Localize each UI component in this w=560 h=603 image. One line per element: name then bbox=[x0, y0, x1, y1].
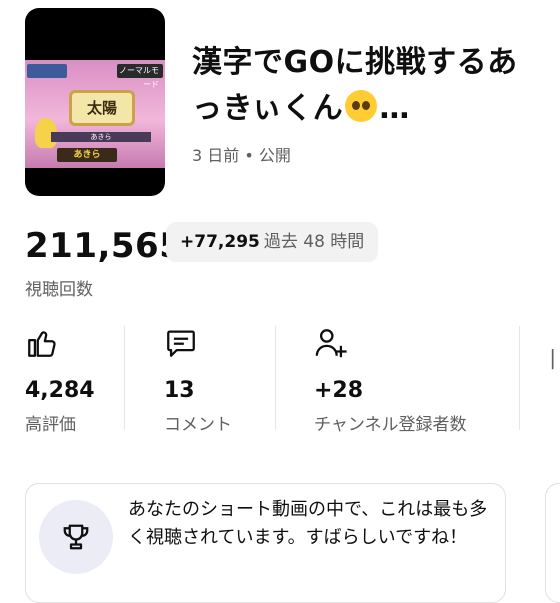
person-add-icon bbox=[315, 329, 347, 358]
stat-comments-value: 13 bbox=[164, 378, 195, 403]
video-age: 3 日前 bbox=[192, 146, 240, 165]
thumbnail-kanji-sign: 太陽 bbox=[69, 90, 135, 126]
insight-card[interactable]: あなたのショート動画の中で、これは最も多く視聴されています。すばらしいですね！ bbox=[25, 483, 506, 603]
thumbnail-answer: あきら bbox=[51, 132, 151, 142]
views-count: 211,565 bbox=[25, 226, 184, 266]
stat-likes-value: 4,284 bbox=[25, 378, 95, 403]
thumbnail-player-name: あきら bbox=[57, 148, 117, 162]
video-meta: 3 日前 • 公開 bbox=[192, 142, 291, 166]
pleading-face-emoji-icon bbox=[345, 90, 378, 122]
stat-subscribers[interactable]: +28 チャンネル登録者数 bbox=[314, 326, 467, 435]
views-delta: +77,295 bbox=[180, 232, 260, 252]
trophy-icon bbox=[63, 524, 89, 550]
stat-divider bbox=[275, 326, 276, 430]
comment-icon bbox=[167, 330, 195, 357]
stat-likes-label: 高評価 bbox=[25, 415, 76, 435]
video-visibility: 公開 bbox=[258, 146, 291, 165]
video-title: 漢字でGOに挑戦するあっきぃくん… bbox=[192, 40, 537, 132]
stat-divider bbox=[519, 326, 520, 430]
thumbnail-hud-mode: ノーマルモード bbox=[117, 64, 163, 89]
stat-subscribers-value: +28 bbox=[314, 378, 364, 403]
stat-divider bbox=[124, 326, 125, 430]
stat-comments-label: コメント bbox=[164, 415, 232, 435]
video-thumbnail[interactable]: ノーマルモード 太陽 あきら あきら bbox=[25, 8, 165, 196]
views-label: 視聴回数 bbox=[25, 280, 93, 300]
views-delta-pill: +77,295 過去 48 時間 bbox=[166, 222, 379, 262]
thumbnail-game-screen: ノーマルモード 太陽 あきら あきら bbox=[25, 60, 165, 168]
insight-icon-circle bbox=[39, 500, 113, 574]
video-title-ellipsis: … bbox=[379, 91, 410, 126]
views-period: 過去 48 時間 bbox=[263, 232, 365, 252]
insight-text: あなたのショート動画の中で、これは最も多く視聴されています。すばらしいですね！ bbox=[128, 499, 488, 548]
thumbnail-hud-left bbox=[27, 64, 67, 78]
stat-likes[interactable]: 4,284 高評価 bbox=[25, 326, 95, 435]
thumbs-up-icon bbox=[28, 331, 56, 357]
next-stat-peek[interactable]: ▏ bbox=[552, 350, 560, 370]
stat-comments[interactable]: 13 コメント bbox=[164, 326, 232, 435]
stat-subscribers-label: チャンネル登録者数 bbox=[314, 415, 467, 435]
next-card-peek[interactable] bbox=[545, 483, 560, 603]
meta-separator: • bbox=[239, 146, 259, 165]
